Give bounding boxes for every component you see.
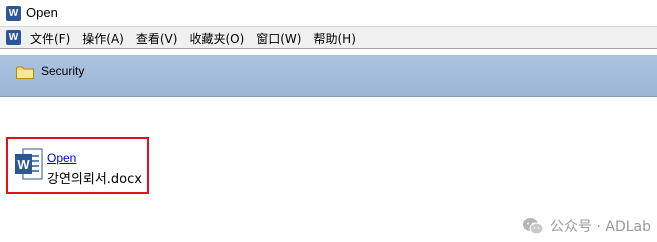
location-label: Security <box>41 64 85 78</box>
content-area: W Open 강연의뢰서.docx 公众号 · ADLab <box>0 97 657 242</box>
folder-icon <box>16 66 34 79</box>
watermark-text: 公众号 · ADLab <box>550 219 651 235</box>
file-item[interactable]: W Open 강연의뢰서.docx <box>6 137 149 194</box>
word-document-icon: W <box>15 148 43 180</box>
menu-bar: W 文件(F) 操作(A) 查看(V) 收藏夹(O) 窗口(W) 帮助(H) <box>0 27 657 49</box>
menu-item-window[interactable]: 窗口(W) <box>250 30 305 47</box>
menu-item-view[interactable]: 查看(V) <box>130 30 182 47</box>
file-open-link[interactable]: Open <box>47 151 76 165</box>
menu-item-help[interactable]: 帮助(H) <box>307 30 359 47</box>
menu-items: 文件(F) 操作(A) 查看(V) 收藏夹(O) 窗口(W) 帮助(H) <box>24 27 362 49</box>
svg-text:W: W <box>17 157 30 172</box>
wechat-icon <box>523 218 544 235</box>
watermark: 公众号 · ADLab <box>522 216 651 236</box>
window-title: Open <box>26 5 58 20</box>
menu-item-file[interactable]: 文件(F) <box>24 30 74 47</box>
location-bar: Security <box>0 55 657 97</box>
word-menu-icon[interactable]: W <box>6 30 21 45</box>
word-app-icon: W <box>6 6 21 21</box>
title-bar: W Open <box>0 0 657 27</box>
file-name: 강연의뢰서.docx <box>47 172 142 187</box>
menu-item-action[interactable]: 操作(A) <box>76 30 128 47</box>
menu-item-favorites[interactable]: 收藏夹(O) <box>183 30 248 47</box>
